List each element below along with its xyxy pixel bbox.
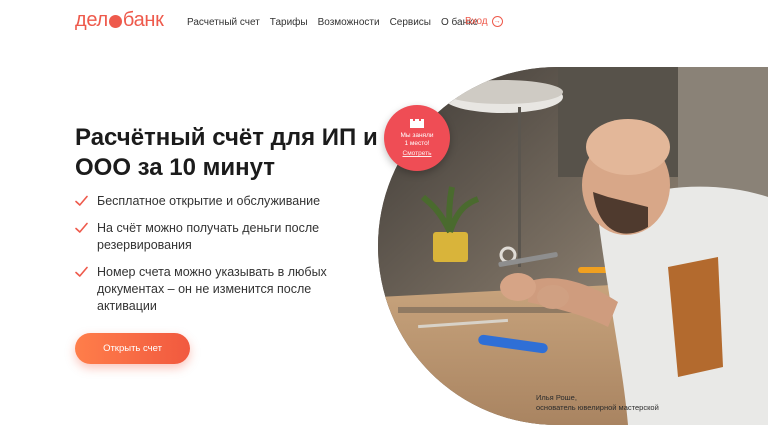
logo[interactable]: дел банк	[75, 9, 164, 32]
feature-text: Номер счета можно указывать в любых доку…	[97, 265, 327, 313]
nav-item-features[interactable]: Возможности	[318, 17, 380, 28]
caption-role: основатель ювелирной мастерской	[536, 403, 659, 412]
caption-name: Илья Роше,	[536, 393, 577, 402]
nav-item-tariffs[interactable]: Тарифы	[270, 17, 308, 28]
arrow-right-icon: →	[491, 16, 503, 27]
check-icon	[75, 195, 88, 206]
badge-line1: Мы заняли	[400, 132, 434, 139]
castle-icon	[410, 119, 424, 128]
check-icon	[75, 222, 88, 233]
nav-item-account[interactable]: Расчетный счет	[187, 17, 260, 28]
login-link[interactable]: Вход →	[465, 16, 503, 27]
feature-text: Бесплатное открытие и обслуживание	[97, 194, 321, 208]
logo-text-part2: банк	[122, 9, 164, 31]
photo-caption: Илья Роше, основатель ювелирной мастерск…	[536, 393, 659, 413]
award-badge[interactable]: Мы заняли 1 место! Смотреть	[384, 105, 450, 171]
site-header: дел банк Расчетный счет Тарифы Возможнос…	[0, 0, 768, 46]
page-title: Расчётный счёт для ИП и ООО за 10 минут	[75, 124, 378, 181]
login-label: Вход	[465, 16, 488, 27]
logo-text-part1: дел	[75, 9, 108, 31]
feature-item: На счёт можно получать деньги после резе…	[75, 220, 365, 254]
nav-item-services[interactable]: Сервисы	[390, 17, 431, 28]
feature-item: Номер счета можно указывать в любых доку…	[75, 264, 365, 315]
feature-text: На счёт можно получать деньги после резе…	[97, 221, 320, 252]
badge-line2: 1 место!	[404, 140, 430, 147]
logo-dot-icon	[108, 15, 122, 28]
main-nav: Расчетный счет Тарифы Возможности Сервис…	[187, 17, 488, 28]
features-list: Бесплатное открытие и обслуживание На сч…	[75, 193, 365, 325]
check-icon	[75, 266, 88, 277]
badge-link[interactable]: Смотреть	[384, 150, 450, 158]
feature-item: Бесплатное открытие и обслуживание	[75, 193, 365, 210]
open-account-button[interactable]: Открыть счет	[75, 333, 190, 364]
